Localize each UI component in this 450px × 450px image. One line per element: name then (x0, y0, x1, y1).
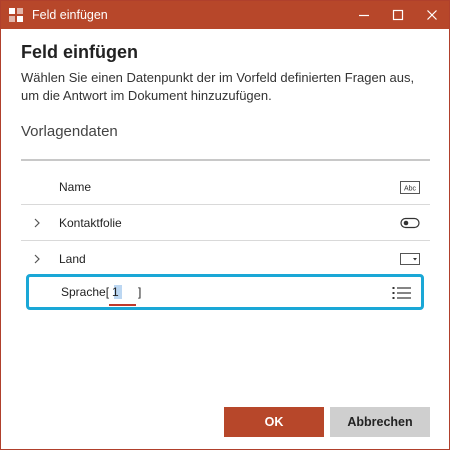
maximize-button[interactable] (381, 1, 415, 29)
list-item-land[interactable]: Land (21, 241, 430, 277)
list-item-label: Sprache[ (61, 285, 110, 299)
ok-button[interactable]: OK (224, 407, 324, 437)
close-icon (427, 10, 437, 20)
dialog-header: Feld einfügen Wählen Sie einen Datenpunk… (21, 41, 431, 105)
chevron-right-icon[interactable] (33, 252, 43, 266)
text-field-icon: Abc (400, 180, 420, 194)
window-title: Feld einfügen (32, 8, 108, 22)
list-icon (392, 286, 412, 300)
dialog-window: Feld einfügen Feld einfügen Wählen Sie e… (0, 0, 450, 450)
cancel-button[interactable]: Abbrechen (330, 407, 430, 437)
maximize-icon (392, 9, 404, 21)
index-input[interactable] (112, 283, 138, 301)
minimize-button[interactable] (347, 1, 381, 29)
list-item-name[interactable]: Name Abc (21, 169, 430, 205)
spellcheck-underline (109, 304, 136, 306)
dialog-description: Wählen Sie einen Datenpunkt der im Vorfe… (21, 70, 415, 103)
app-icon (8, 7, 24, 23)
list-item-sprache[interactable]: Sprache[ ] (26, 274, 424, 310)
list-item-label: Land (59, 252, 86, 266)
dialog-title: Feld einfügen (21, 42, 138, 62)
section-divider (21, 159, 430, 161)
close-button[interactable] (415, 1, 449, 29)
minimize-icon (359, 14, 369, 17)
section-title: Vorlagendaten (21, 123, 118, 140)
title-bar: Feld einfügen (1, 1, 449, 29)
svg-text:Abc: Abc (404, 185, 417, 192)
list-item-label: Name (59, 180, 92, 194)
close-bracket: ] (138, 285, 142, 299)
list-item-kontaktfolie[interactable]: Kontaktfolie (21, 205, 430, 241)
chevron-right-icon[interactable] (33, 216, 43, 230)
toggle-icon (400, 217, 420, 229)
dropdown-icon (400, 253, 420, 265)
list-item-label: Kontaktfolie (59, 216, 122, 230)
